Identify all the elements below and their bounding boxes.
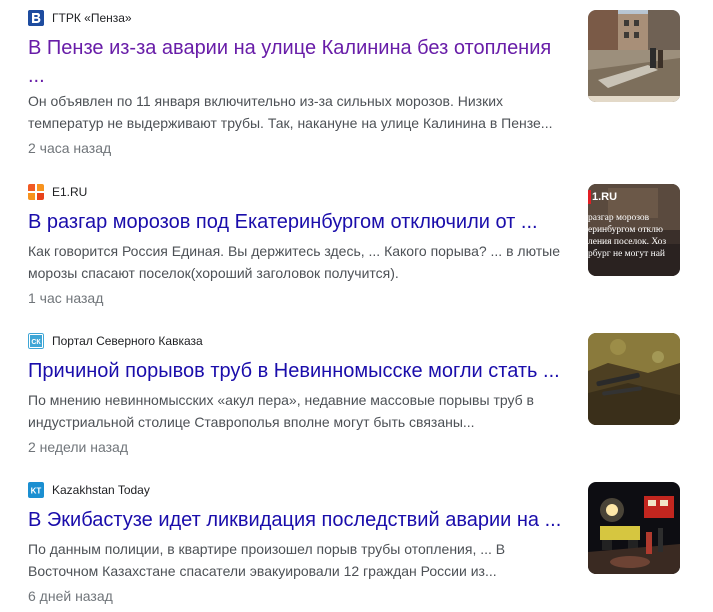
headline-line: Причиной порывов труб в Невинномысске мо…	[28, 360, 560, 382]
headline-line: В разгар морозов под Екатеринбургом откл…	[28, 211, 538, 233]
letter-b-logo-icon	[28, 10, 44, 26]
news-source-name: E1.RU	[52, 185, 88, 199]
headline-line: ...	[28, 65, 45, 87]
thumbnail-brand: 1.RU	[592, 191, 617, 203]
snippet-line: По мнению невинномысских «акул пера», не…	[28, 392, 534, 408]
news-snippet: Он объявлен по 11 января включительно из…	[28, 90, 568, 134]
news-card: KT Kazakhstan Today В Экибастузе идет ли…	[0, 472, 713, 612]
news-source[interactable]: E1.RU	[28, 184, 87, 200]
news-source[interactable]: ГТРК «Пенза»	[28, 10, 132, 26]
news-headline-link[interactable]: В разгар морозов под Екатеринбургом откл…	[28, 208, 576, 236]
winter-street-photo	[588, 10, 680, 102]
thumbnail-caption-line: ления поселок. Хоз	[588, 237, 666, 247]
ck-logo-icon: СК	[28, 333, 44, 349]
news-source[interactable]: СК Портал Северного Кавказа	[28, 333, 203, 349]
news-thumbnail[interactable]	[588, 333, 680, 425]
news-source-name: ГТРК «Пенза»	[52, 11, 132, 25]
news-results-list: ГТРК «Пенза» В Пензе из-за аварии на ули…	[0, 0, 713, 609]
news-snippet: По данным полиции, в квартире произошел …	[28, 538, 568, 582]
snippet-line: Как говорится Россия Единая. Вы держитес…	[28, 243, 561, 259]
news-graphic-photo: 1.RU разгар морозов еринбургом отклю лен…	[588, 184, 680, 276]
headline-line: В Экибастузе идет ликвидация последствий…	[28, 509, 562, 531]
news-snippet: По мнению невинномысских «акул пера», не…	[28, 389, 568, 433]
snippet-line: индустриальной столице Ставрополья вполн…	[28, 414, 475, 430]
news-card: E1.RU В разгар морозов под Екатеринбурго…	[0, 174, 713, 314]
orange-squares-logo-icon	[28, 184, 44, 200]
news-headline-link[interactable]: В Пензе из-за аварии на улице Калинина б…	[28, 34, 576, 90]
news-time: 2 часа назад	[28, 140, 112, 156]
news-source-name: Kazakhstan Today	[52, 483, 150, 497]
thumbnail-caption-line: еринбургом отклю	[588, 224, 663, 235]
thumbnail-caption-line: разгар морозов	[588, 213, 650, 223]
kt-logo-icon: KT	[28, 482, 44, 498]
news-source-name: Портал Северного Кавказа	[52, 334, 203, 348]
thumbnail-caption-line: рбург не могут най	[588, 248, 665, 259]
svg-text:СК: СК	[31, 339, 41, 346]
svg-text:KT: KT	[31, 487, 42, 496]
news-card: СК Портал Северного Кавказа Причиной пор…	[0, 323, 713, 463]
news-thumbnail[interactable]	[588, 10, 680, 102]
snippet-line: Он объявлен по 11 января включительно из…	[28, 93, 504, 109]
news-time: 1 час назад	[28, 290, 104, 306]
snippet-line: По данным полиции, в квартире произошел …	[28, 541, 506, 557]
snippet-line: Восточном Казахстане спасатели эвакуиров…	[28, 563, 497, 579]
news-time: 6 дней назад	[28, 588, 113, 604]
news-thumbnail[interactable]	[588, 482, 680, 574]
news-card: ГТРК «Пенза» В Пензе из-за аварии на ули…	[0, 0, 713, 156]
news-time: 2 недели назад	[28, 439, 128, 455]
news-headline-link[interactable]: Причиной порывов труб в Невинномысске мо…	[28, 357, 576, 385]
news-snippet: Как говорится Россия Единая. Вы держитес…	[28, 240, 568, 284]
news-headline-link[interactable]: В Экибастузе идет ликвидация последствий…	[28, 506, 576, 534]
night-repair-photo	[588, 482, 680, 574]
headline-line: В Пензе из-за аварии на улице Калинина б…	[28, 37, 552, 59]
pipe-excavation-photo	[588, 333, 680, 425]
snippet-line: морозы спасают поселок(хороший заголовок…	[28, 265, 399, 281]
snippet-line: температур не выдерживают трубы. Так, на…	[28, 115, 553, 131]
news-thumbnail[interactable]: 1.RU разгар морозов еринбургом отклю лен…	[588, 184, 680, 276]
news-source[interactable]: KT Kazakhstan Today	[28, 482, 150, 498]
